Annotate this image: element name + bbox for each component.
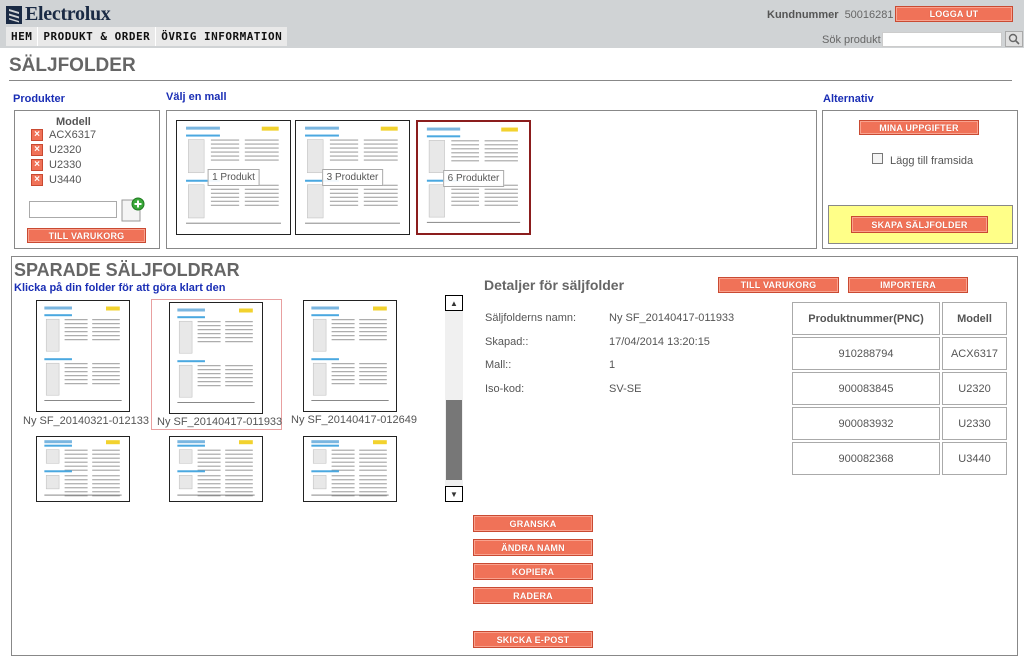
title-divider (9, 80, 1012, 81)
model-row: × U3440 (31, 174, 81, 186)
nav-item-home[interactable]: HEM (6, 27, 37, 46)
model-name: ACX6317 (49, 129, 97, 141)
model-row: × U2320 (31, 144, 81, 156)
saved-folder-thumbnail[interactable] (303, 436, 397, 502)
my-info-button[interactable]: MINA UPPGIFTER (859, 120, 979, 135)
saved-folder-thumbnail[interactable] (169, 436, 263, 502)
add-document-icon (121, 197, 145, 222)
import-button[interactable]: IMPORTERA (848, 277, 968, 293)
detail-value-name: Ny SF_20140417-011933 (609, 312, 735, 324)
nav-item-product-order[interactable]: PRODUKT & ORDER (37, 27, 155, 46)
customer-number-value: 50016281 (844, 9, 894, 21)
add-model-button[interactable] (121, 197, 145, 222)
delete-button[interactable]: RADERA (473, 587, 593, 604)
model-cell: U3440 (942, 442, 1007, 475)
template-label: 3 Produkter (321, 169, 384, 186)
template-label: 1 Produkt (207, 169, 260, 186)
nav-item-other-info[interactable]: ÖVRIG INFORMATION (155, 27, 287, 46)
details-title: Detaljer för säljfolder (484, 277, 625, 293)
templates-section-label: Välj en mall (166, 91, 227, 103)
alternatives-section-label: Alternativ (823, 93, 874, 105)
scroll-down-icon[interactable]: ▼ (445, 486, 463, 502)
search-input[interactable] (882, 32, 1002, 47)
review-button[interactable]: GRANSKA (473, 515, 593, 532)
template-3-products[interactable]: 3 Produkter (295, 120, 410, 235)
detail-value-template: 1 (609, 359, 616, 371)
pnc-cell: 900083845 (792, 372, 940, 405)
details-cart-button[interactable]: TILL VARUKORG (718, 277, 839, 293)
model-name: U2320 (49, 144, 82, 156)
detail-label-iso: Iso-kod: (485, 383, 525, 395)
model-name: U3440 (49, 174, 82, 186)
template-1-product[interactable]: 1 Produkt (176, 120, 291, 235)
rename-button[interactable]: ÄNDRA NAMN (473, 539, 593, 556)
model-cell: U2320 (942, 372, 1007, 405)
detail-label-created: Skapad:: (485, 336, 529, 348)
products-section-label: Produkter (13, 93, 65, 105)
detail-value-iso: SV-SE (609, 383, 642, 395)
copy-button[interactable]: KOPIERA (473, 563, 593, 580)
detail-value-created: 17/04/2014 13:20:15 (609, 336, 710, 348)
create-sales-folder-button[interactable]: SKAPA SÄLJFOLDER (851, 216, 988, 233)
saved-folders-subtitle: Klicka på din folder för att göra klart … (14, 282, 226, 294)
pnc-cell: 910288794 (792, 337, 940, 370)
send-email-button[interactable]: SKICKA E-POST (473, 631, 593, 648)
search-icon (1008, 33, 1020, 45)
add-front-page-checkbox[interactable] (872, 153, 883, 164)
saved-folder-thumbnail[interactable] (169, 302, 263, 414)
template-label: 6 Produkter (442, 170, 505, 187)
logout-button[interactable]: LOGGA UT (895, 6, 1013, 22)
model-cell: ACX6317 (942, 337, 1007, 370)
remove-icon[interactable]: × (31, 129, 43, 141)
main-nav: HEM PRODUKT & ORDER ÖVRIG INFORMATION (6, 27, 288, 46)
model-cell: U2330 (942, 407, 1007, 440)
model-column-header: Modell (56, 116, 91, 128)
customer-number: Kundnummer 50016281 (767, 9, 894, 21)
saved-folder-thumbnail[interactable] (36, 300, 130, 412)
saved-folder-thumbnail[interactable] (303, 300, 397, 412)
scroll-thumb[interactable] (446, 400, 462, 480)
template-6-products[interactable]: 6 Produkter (416, 120, 531, 235)
electrolux-logo-icon (6, 5, 22, 24)
model-column-header: Modell (942, 302, 1007, 335)
remove-icon[interactable]: × (31, 159, 43, 171)
search-label: Sök produkt (822, 34, 881, 46)
page-title: SÄLJFOLDER (9, 55, 136, 76)
detail-label-template: Mall:: (485, 359, 512, 371)
scroll-up-icon[interactable]: ▲ (445, 295, 463, 311)
products-cart-button[interactable]: TILL VARUKORG (27, 228, 146, 243)
electrolux-logo[interactable]: Electrolux (6, 3, 111, 26)
customer-label: Kundnummer (767, 9, 839, 21)
model-name: U2330 (49, 159, 82, 171)
saved-folder-thumbnail[interactable] (36, 436, 130, 502)
pnc-column-header: Produktnummer(PNC) (792, 302, 940, 335)
detail-label-name: Säljfolderns namn: (485, 312, 577, 324)
remove-icon[interactable]: × (31, 144, 43, 156)
pnc-cell: 900083932 (792, 407, 940, 440)
search-button[interactable] (1005, 31, 1023, 47)
model-row: × ACX6317 (31, 129, 96, 141)
model-row: × U2330 (31, 159, 81, 171)
add-front-page-label: Lägg till framsida (890, 155, 974, 167)
saved-folders-title: SPARADE SÄLJFOLDRAR (14, 260, 240, 280)
pnc-cell: 900082368 (792, 442, 940, 475)
saved-folder-name[interactable]: Ny SF_20140417-012649 (291, 414, 417, 426)
folders-scrollbar[interactable]: ▲ ▼ (445, 295, 463, 502)
logo-text: Electrolux (25, 3, 111, 25)
saved-folder-name[interactable]: Ny SF_20140321-012133 (23, 415, 149, 427)
remove-icon[interactable]: × (31, 174, 43, 186)
add-model-input[interactable] (29, 201, 117, 218)
saved-folder-name[interactable]: Ny SF_20140417-011933 (157, 416, 282, 428)
